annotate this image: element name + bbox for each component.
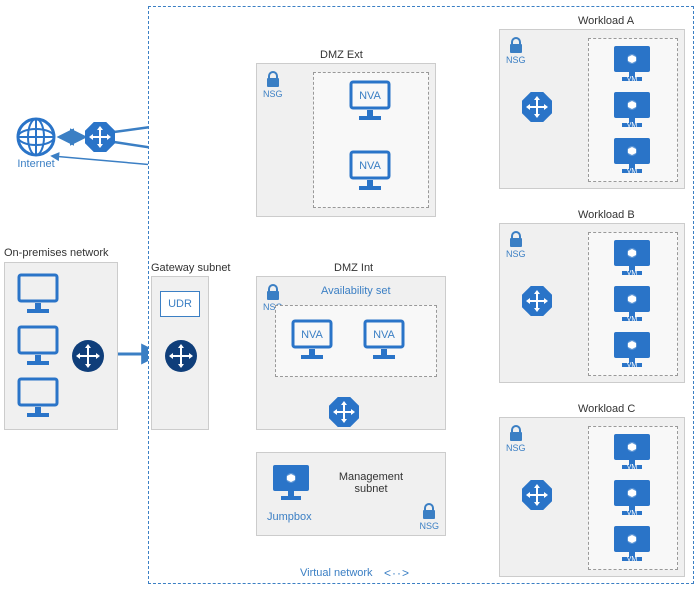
nsg-label: NSG xyxy=(263,89,283,99)
management-subnet-tile: Management subnet Jumpbox NSG xyxy=(256,452,446,536)
dmz-ext-nsg-badge: NSG xyxy=(263,70,283,99)
workload-b-nsg-badge: NSG xyxy=(506,230,526,259)
onprem-title: On-premises network xyxy=(4,247,109,259)
workload-a-vm1: VM xyxy=(612,44,652,86)
nsg-label: NSG xyxy=(506,443,526,453)
dmz-int-nva2: NVA xyxy=(361,319,407,363)
dmz-int-availability-set-label: Availability set xyxy=(321,285,391,297)
onprem-pc2 xyxy=(15,325,61,369)
workload-a-title: Workload A xyxy=(578,15,634,27)
dmz-int-nva1: NVA xyxy=(289,319,335,363)
workload-c-nsg-badge: NSG xyxy=(506,424,526,453)
workload-c-tile: NSG VM VM VM xyxy=(499,417,685,577)
workload-c-load-balancer xyxy=(522,480,552,510)
virtual-network-label: Virtual network xyxy=(300,567,373,579)
workload-a-tile: NSG VM VM VM xyxy=(499,29,685,189)
udr-box: UDR xyxy=(160,291,200,317)
workload-b-vm1: VM xyxy=(612,238,652,280)
dmz-ext-nva1: NVA xyxy=(347,80,393,124)
internet-label: Internet xyxy=(10,158,62,170)
jumpbox-vm xyxy=(271,463,311,505)
dmz-int-load-balancer xyxy=(329,397,359,427)
management-subnet-nsg-badge: NSG xyxy=(419,502,439,531)
dmz-int-title: DMZ Int xyxy=(334,262,373,274)
workload-b-vm3: VM xyxy=(612,330,652,372)
workload-b-title: Workload B xyxy=(578,209,635,221)
workload-a-nsg-badge: NSG xyxy=(506,36,526,65)
gateway-subnet-tile: UDR xyxy=(151,276,209,430)
nsg-label: NSG xyxy=(506,249,526,259)
workload-b-vm2: VM xyxy=(612,284,652,326)
workload-b-load-balancer xyxy=(522,286,552,316)
gateway-router xyxy=(164,339,198,373)
onprem-router xyxy=(71,339,105,373)
jumpbox-caption: Jumpbox xyxy=(267,511,312,523)
dmz-ext-title: DMZ Ext xyxy=(320,49,363,61)
onprem-pc1 xyxy=(15,273,61,317)
workload-c-vm1: VM xyxy=(612,432,652,474)
gateway-subnet-title: Gateway subnet xyxy=(151,262,231,274)
workload-a-load-balancer xyxy=(522,92,552,122)
dmz-ext-tile: NSG NVA NVA xyxy=(256,63,436,217)
dmz-ext-nva2: NVA xyxy=(347,150,393,194)
workload-a-vm3: VM xyxy=(612,136,652,178)
onprem-network-tile xyxy=(4,262,118,430)
workload-c-vm3: VM xyxy=(612,524,652,566)
internet-icon xyxy=(16,117,56,157)
dmz-int-tile: NSG Availability set NVA NVA xyxy=(256,276,446,430)
workload-a-vm2: VM xyxy=(612,90,652,132)
management-subnet-title: Management subnet xyxy=(331,471,411,495)
workload-b-tile: NSG VM VM VM xyxy=(499,223,685,383)
virtual-network-toggle-icon[interactable]: <··> xyxy=(384,566,410,580)
public-load-balancer xyxy=(85,122,115,152)
onprem-pc3 xyxy=(15,377,61,421)
nsg-label: NSG xyxy=(419,521,439,531)
workload-c-vm2: VM xyxy=(612,478,652,520)
workload-c-title: Workload C xyxy=(578,403,635,415)
nsg-label: NSG xyxy=(506,55,526,65)
